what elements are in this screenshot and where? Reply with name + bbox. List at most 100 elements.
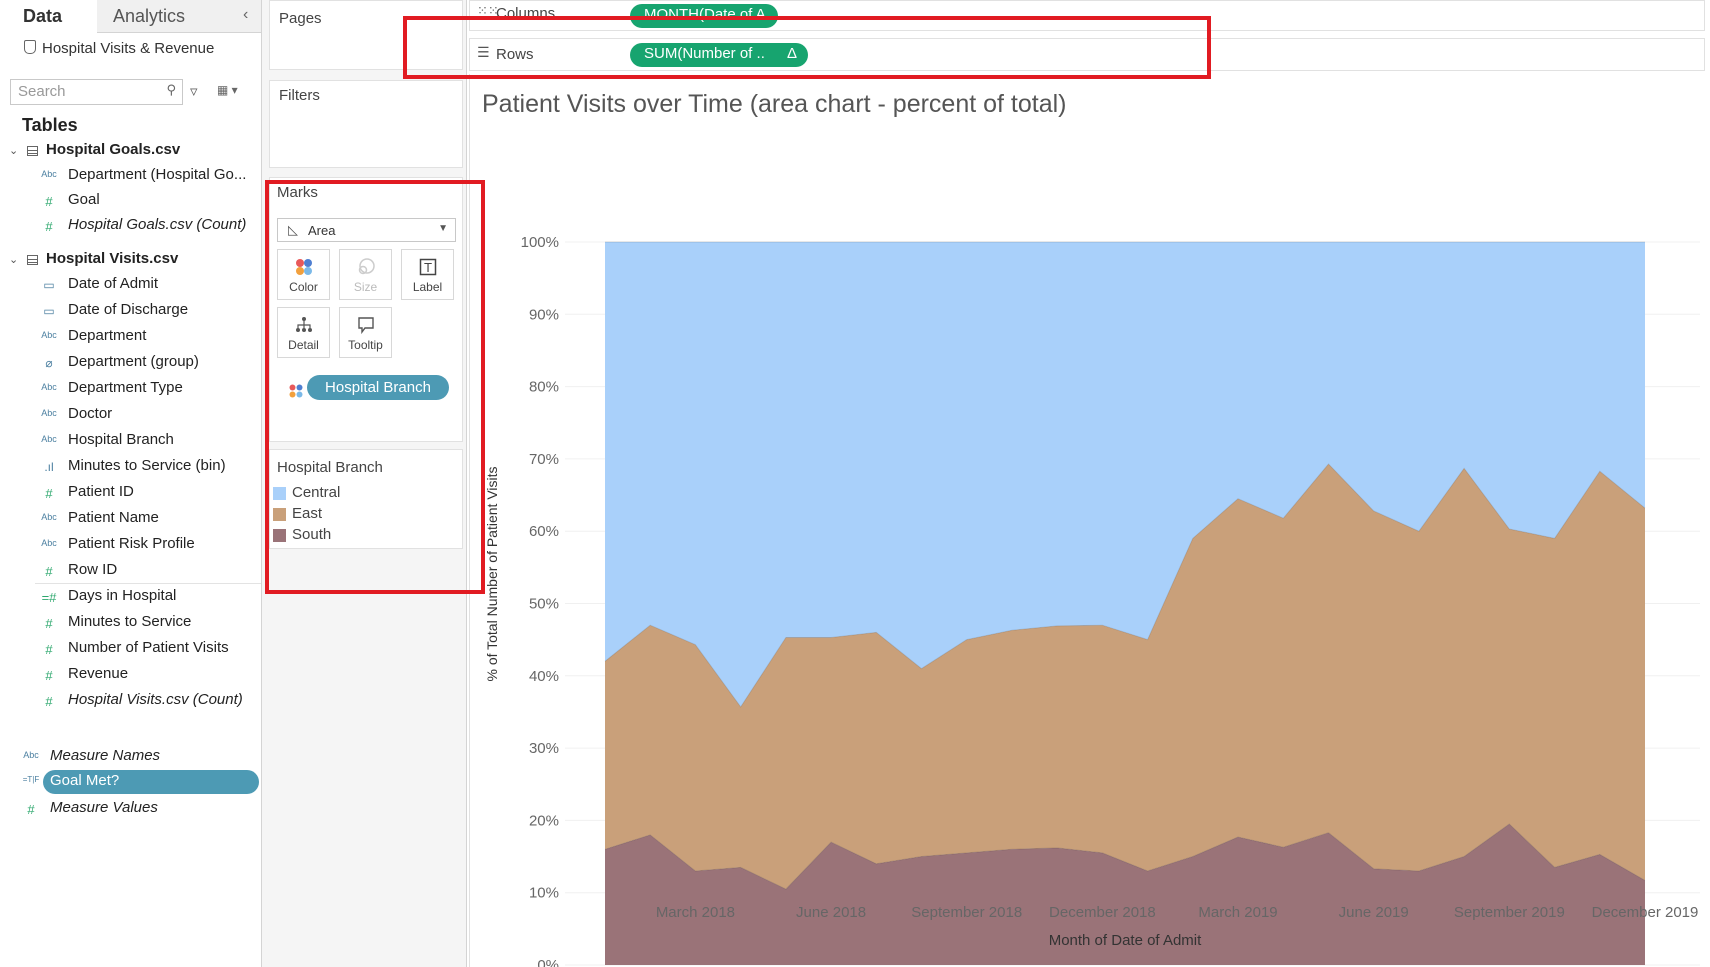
y-tick-label: 60% — [529, 523, 559, 540]
table-name: Hospital Goals.csv — [46, 141, 181, 158]
y-tick-label: 70% — [529, 451, 559, 468]
area-chart[interactable]: 0% 10% 20% 30% 40% 50% 60% 70% 80% 90% 100% March 2… — [470, 74, 1706, 967]
string-type-icon: Abc — [41, 512, 57, 522]
filters-shelf[interactable]: Filters — [269, 80, 463, 168]
date-type-icon: ▭ — [43, 278, 55, 292]
database-icon — [24, 40, 36, 54]
chevron-down-icon[interactable]: ⌄ — [9, 253, 18, 266]
highlight-box-rows — [403, 16, 1211, 79]
field-name: Date of Admit — [68, 275, 159, 292]
x-tick-label: December 2018 — [1049, 904, 1156, 921]
field-name: Patient Risk Profile — [68, 535, 195, 552]
field-item[interactable]: Abc Department — [40, 327, 255, 347]
field-name: Goal Met? — [50, 772, 120, 789]
field-item[interactable]: Abc Hospital Branch — [40, 431, 255, 451]
field-item[interactable]: ▭ Date of Discharge — [40, 301, 255, 321]
filters-label: Filters — [279, 87, 320, 104]
string-type-icon: Abc — [41, 382, 57, 392]
y-tick-label: 100% — [521, 234, 559, 251]
number-type-icon: # — [45, 486, 53, 501]
field-item[interactable]: # Minutes to Service — [40, 613, 255, 633]
x-tick-label: September 2019 — [1454, 904, 1565, 921]
viz-area: Patient Visits over Time (area chart - p… — [469, 74, 1706, 967]
field-name: Hospital Visits.csv (Count) — [68, 691, 243, 708]
field-item[interactable]: Abc Department (Hospital Go... — [40, 166, 255, 186]
field-item[interactable]: =# Days in Hospital — [40, 587, 255, 607]
search-icon: ⚲ — [166, 82, 176, 97]
number-type-icon: # — [45, 642, 53, 657]
field-name: Patient ID — [68, 483, 134, 500]
y-tick-label: 20% — [529, 812, 559, 829]
field-name: Measure Values — [50, 799, 158, 816]
field-item[interactable]: Abc Doctor — [40, 405, 255, 425]
calculated-number-icon: =# — [41, 590, 57, 605]
string-type-icon: Abc — [41, 330, 57, 340]
y-tick-label: 90% — [529, 306, 559, 323]
field-item[interactable]: Abc Measure Names — [22, 747, 257, 767]
number-type-icon: # — [45, 564, 53, 579]
datasource-item[interactable]: Hospital Visits & Revenue — [24, 40, 214, 57]
field-name: Days in Hospital — [68, 587, 177, 604]
highlight-box-marks — [265, 180, 485, 594]
string-type-icon: Abc — [41, 169, 57, 179]
field-item[interactable]: # Row ID — [40, 561, 255, 581]
field-item[interactable]: Abc Patient Risk Profile — [40, 535, 255, 555]
x-tick-label: June 2019 — [1339, 904, 1409, 921]
y-tick-label: 80% — [529, 379, 559, 396]
field-name: Hospital Branch — [68, 431, 174, 448]
table-name: Hospital Visits.csv — [46, 250, 179, 267]
number-type-icon: # — [45, 194, 53, 209]
number-type-icon: # — [45, 616, 53, 631]
string-type-icon: Abc — [41, 538, 57, 548]
x-axis-title: Month of Date of Admit — [1049, 932, 1202, 949]
chevron-down-icon[interactable]: ⌄ — [9, 144, 18, 157]
number-type-icon: # — [45, 694, 53, 709]
field-name: Department (Hospital Go... — [68, 166, 247, 183]
x-tick-label: March 2018 — [656, 904, 735, 921]
collapse-pane-icon[interactable]: ‹ — [243, 6, 248, 24]
field-name: Measure Names — [50, 747, 161, 764]
field-item[interactable]: # Goal — [40, 191, 255, 211]
field-item[interactable]: # Number of Patient Visits — [40, 639, 255, 659]
field-name: Department Type — [68, 379, 183, 396]
table-header[interactable]: ⌄ Hospital Visits.csv — [9, 250, 254, 270]
field-item[interactable]: # Measure Values — [22, 799, 257, 819]
number-type-icon: # — [45, 219, 53, 234]
table-icon — [27, 146, 38, 156]
field-name: Date of Discharge — [68, 301, 189, 318]
table-header[interactable]: ⌄ Hospital Goals.csv — [9, 141, 254, 161]
tab-data[interactable]: Data — [0, 0, 96, 33]
tables-heading: Tables — [22, 115, 78, 135]
field-item[interactable]: Abc Patient Name — [40, 509, 255, 529]
tab-analytics[interactable]: Analytics — [97, 0, 261, 33]
string-type-icon: Abc — [41, 434, 57, 444]
dimension-measure-divider — [35, 583, 261, 584]
field-item[interactable]: ▭ Date of Admit — [40, 275, 255, 295]
number-type-icon: # — [27, 802, 35, 817]
table-icon — [27, 255, 38, 265]
field-item[interactable]: # Hospital Visits.csv (Count) — [40, 691, 255, 711]
field-item[interactable]: .ıl Minutes to Service (bin) — [40, 457, 255, 477]
field-item[interactable]: # Hospital Goals.csv (Count) — [40, 216, 255, 236]
view-options-icon[interactable]: ▦ ▾ — [217, 83, 238, 97]
y-tick-label: 10% — [529, 885, 559, 902]
field-item[interactable]: =T|F Goal Met? — [22, 772, 257, 792]
field-name: Patient Name — [68, 509, 159, 526]
search-input[interactable]: Search ⚲ — [10, 79, 183, 105]
field-item[interactable]: ⌀ Department (group) — [40, 353, 255, 373]
field-name: Row ID — [68, 561, 118, 578]
filter-icon[interactable]: ▿ — [190, 82, 198, 100]
field-item[interactable]: Abc Department Type — [40, 379, 255, 399]
field-item[interactable]: # Patient ID — [40, 483, 255, 503]
field-item[interactable]: # Revenue — [40, 665, 255, 685]
field-name: Department (group) — [68, 353, 199, 370]
field-name: Doctor — [68, 405, 113, 422]
x-tick-label: March 2019 — [1198, 904, 1277, 921]
boolean-type-icon: =T|F — [22, 775, 40, 784]
y-axis-title: % of Total Number of Patient Visits — [484, 466, 500, 681]
x-tick-label: December 2019 — [1592, 904, 1699, 921]
group-clip-icon: ⌀ — [45, 356, 53, 370]
y-tick-label: 30% — [529, 740, 559, 757]
x-tick-label: June 2018 — [796, 904, 866, 921]
date-type-icon: ▭ — [43, 304, 55, 318]
